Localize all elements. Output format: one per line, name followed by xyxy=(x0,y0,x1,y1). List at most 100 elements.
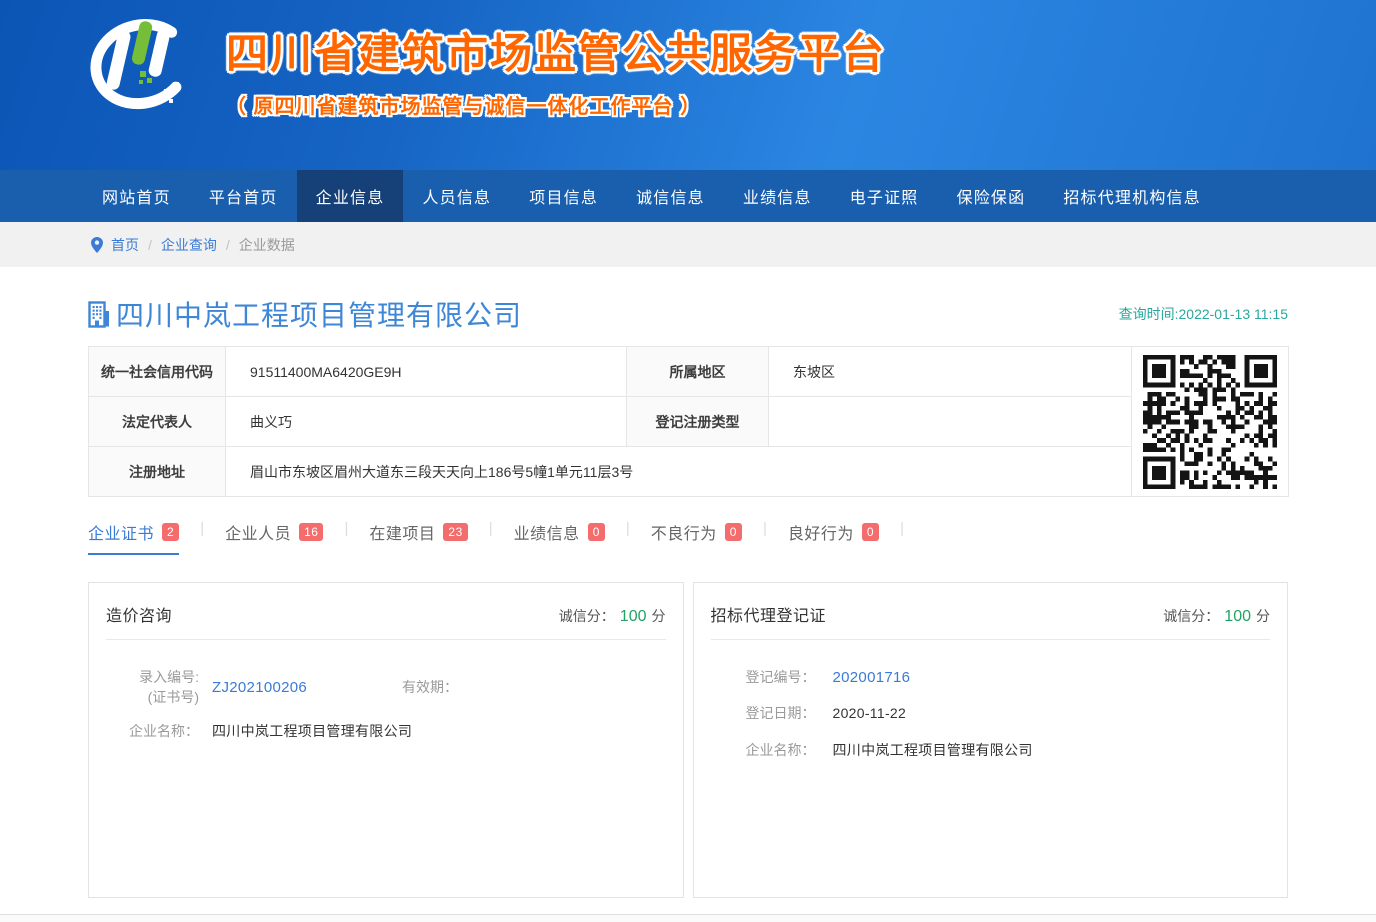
nav-item-credit-info[interactable]: 诚信信息 xyxy=(617,170,724,222)
tab-label: 企业证书 xyxy=(88,520,154,544)
legal-representative-value: 曲义巧 xyxy=(226,397,627,447)
bidding-agency-registration-card: 招标代理登记证 诚信分： 100 分 登记编号： 202001716 登记日期： 2… xyxy=(693,582,1289,898)
table-row: 统一社会信用代码 91511400MA6420GE9H 所属地区 东坡区 xyxy=(89,347,1289,397)
tab-performance-info[interactable]: 业绩信息 0 xyxy=(514,520,605,555)
nav-item-insurance-guarantee[interactable]: 保险保函 xyxy=(938,170,1045,222)
tab-enterprise-certificates[interactable]: 企业证书 2 xyxy=(88,520,179,555)
card-header: 招标代理登记证 诚信分： 100 分 xyxy=(711,583,1271,640)
nav-item-site-home[interactable]: 网站首页 xyxy=(83,170,190,222)
field-row: 录入编号: (证书号) ZJ202100206 有效期： xyxy=(89,667,683,708)
credit-score-value: 100 xyxy=(1224,608,1251,625)
registration-date-value: 2020-11-22 xyxy=(833,705,907,721)
credit-code-label: 统一社会信用代码 xyxy=(89,347,226,397)
registration-type-value xyxy=(769,397,1132,447)
tab-label: 业绩信息 xyxy=(514,520,580,544)
card-header: 造价咨询 诚信分： 100 分 xyxy=(106,583,666,640)
company-title-row: 四川中岚工程项目管理有限公司 查询时间:2022-01-13 11:15 xyxy=(88,294,1288,334)
qr-code xyxy=(1132,347,1289,497)
card-title: 招标代理登记证 xyxy=(711,602,827,626)
site-title: 四川省建筑市场监管公共服务平台 xyxy=(226,20,886,81)
tab-projects-under-construction[interactable]: 在建项目 23 xyxy=(369,520,467,555)
region-value: 东坡区 xyxy=(769,347,1132,397)
legal-representative-label: 法定代表人 xyxy=(89,397,226,447)
count-badge: 2 xyxy=(162,523,179,541)
breadcrumb-enterprise-search[interactable]: 企业查询 xyxy=(161,235,217,255)
tab-enterprise-personnel[interactable]: 企业人员 16 xyxy=(225,520,323,555)
credit-score-unit: 分 xyxy=(652,608,666,624)
breadcrumb-home[interactable]: 首页 xyxy=(111,235,139,255)
site-subtitle: （ 原四川省建筑市场监管与诚信一体化工作平台 ） xyxy=(226,90,886,119)
footer-divider xyxy=(0,914,1376,922)
breadcrumb: 首页 / 企业查询 / 企业数据 xyxy=(0,222,1376,267)
credit-code-value: 91511400MA6420GE9H xyxy=(226,347,627,397)
tab-separator: | xyxy=(200,520,204,537)
tab-bad-behavior[interactable]: 不良行为 0 xyxy=(651,520,742,555)
main-nav: 网站首页 平台首页 企业信息 人员信息 项目信息 诚信信息 业绩信息 电子证照 … xyxy=(0,170,1376,222)
nav-item-performance-info[interactable]: 业绩信息 xyxy=(724,170,831,222)
card-body: 录入编号: (证书号) ZJ202100206 有效期： 企业名称： 四川中岚工… xyxy=(89,640,683,741)
field-row: 登记编号： 202001716 xyxy=(746,667,1288,687)
company-info-table: 统一社会信用代码 91511400MA6420GE9H 所属地区 东坡区 法定代… xyxy=(88,346,1289,497)
breadcrumb-enterprise-data: 企业数据 xyxy=(239,235,295,255)
tab-separator: | xyxy=(626,520,630,537)
registration-type-label: 登记注册类型 xyxy=(627,397,769,447)
count-badge: 0 xyxy=(725,523,742,541)
credit-score-label: 诚信分： xyxy=(1163,608,1219,624)
tab-label: 在建项目 xyxy=(369,520,435,544)
registered-address-value: 眉山市东坡区眉州大道东三段天天向上186号5幢1单元11层3号 xyxy=(226,447,1132,497)
nav-item-platform-home[interactable]: 平台首页 xyxy=(190,170,297,222)
certificate-cards: 造价咨询 诚信分： 100 分 录入编号: (证书号) ZJ202100206 有效… xyxy=(88,582,1288,898)
credit-score: 诚信分： 100 分 xyxy=(559,606,666,626)
table-row: 注册地址 眉山市东坡区眉州大道东三段天天向上186号5幢1单元11层3号 xyxy=(89,447,1289,497)
cost-consulting-card: 造价咨询 诚信分： 100 分 录入编号: (证书号) ZJ202100206 有效… xyxy=(88,582,684,898)
field-row: 企业名称： 四川中岚工程项目管理有限公司 xyxy=(746,740,1288,760)
nav-item-e-certificate[interactable]: 电子证照 xyxy=(831,170,938,222)
registered-address-label: 注册地址 xyxy=(89,447,226,497)
registration-number-link[interactable]: 202001716 xyxy=(833,669,911,686)
building-icon xyxy=(88,301,110,328)
credit-score-value: 100 xyxy=(620,608,647,625)
tab-label: 不良行为 xyxy=(651,520,717,544)
registration-number-label: 登记编号： xyxy=(746,667,820,687)
count-badge: 0 xyxy=(588,523,605,541)
nav-item-enterprise-info[interactable]: 企业信息 xyxy=(297,170,404,222)
field-row: 企业名称： 四川中岚工程项目管理有限公司 xyxy=(89,721,683,741)
query-time: 查询时间:2022-01-13 11:15 xyxy=(1119,304,1288,324)
credit-score-label: 诚信分： xyxy=(559,608,615,624)
breadcrumb-separator: / xyxy=(148,237,152,253)
nav-item-bidding-agency-info[interactable]: 招标代理机构信息 xyxy=(1044,170,1220,222)
region-label: 所属地区 xyxy=(627,347,769,397)
tab-separator: | xyxy=(900,520,904,537)
tab-good-behavior[interactable]: 良好行为 0 xyxy=(788,520,879,555)
site-header: 四川省建筑市场监管公共服务平台 （ 原四川省建筑市场监管与诚信一体化工作平台 ） xyxy=(0,0,1376,170)
company-info-section: 统一社会信用代码 91511400MA6420GE9H 所属地区 东坡区 法定代… xyxy=(88,346,1288,497)
card-body: 登记编号： 202001716 登记日期： 2020-11-22 企业名称： 四… xyxy=(694,640,1288,760)
credit-score-unit: 分 xyxy=(1256,608,1270,624)
tab-separator: | xyxy=(763,520,767,537)
tab-label: 企业人员 xyxy=(225,520,291,544)
logo-icon xyxy=(84,13,196,123)
nav-item-personnel-info[interactable]: 人员信息 xyxy=(403,170,510,222)
count-badge: 16 xyxy=(299,523,323,541)
breadcrumb-separator: / xyxy=(226,237,230,253)
site-logo xyxy=(84,13,196,128)
certificate-number-link[interactable]: ZJ202100206 xyxy=(212,679,344,696)
field-row: 登记日期： 2020-11-22 xyxy=(746,703,1288,723)
count-badge: 0 xyxy=(862,523,879,541)
card-title: 造价咨询 xyxy=(106,602,172,626)
enterprise-name-label: 企业名称： xyxy=(746,740,820,760)
nav-item-project-info[interactable]: 项目信息 xyxy=(510,170,617,222)
enterprise-name-value: 四川中岚工程项目管理有限公司 xyxy=(212,721,412,741)
registration-date-label: 登记日期： xyxy=(746,703,820,723)
detail-tabs: 企业证书 2 | 企业人员 16 | 在建项目 23 | 业绩信息 0 | 不良… xyxy=(88,520,1288,555)
company-name-title: 四川中岚工程项目管理有限公司 xyxy=(116,294,522,334)
count-badge: 23 xyxy=(443,523,467,541)
location-pin-icon xyxy=(91,237,103,253)
tab-separator: | xyxy=(344,520,348,537)
tab-label: 良好行为 xyxy=(788,520,854,544)
validity-period-label: 有效期： xyxy=(402,677,458,697)
enterprise-name-label: 企业名称： xyxy=(89,721,199,741)
table-row: 法定代表人 曲义巧 登记注册类型 xyxy=(89,397,1289,447)
tab-separator: | xyxy=(489,520,493,537)
credit-score: 诚信分： 100 分 xyxy=(1163,606,1270,626)
